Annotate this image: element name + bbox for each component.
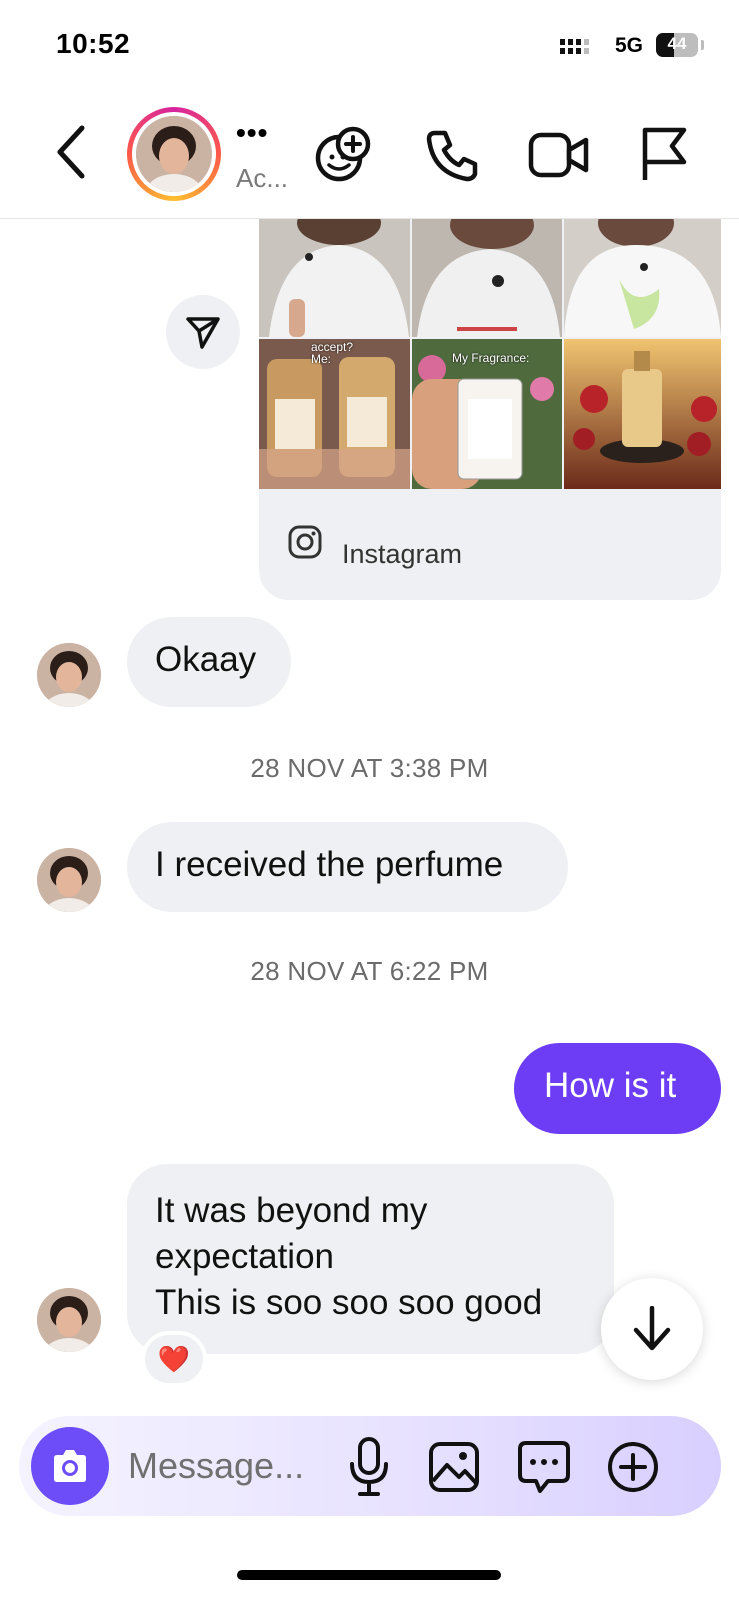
send-icon [186,317,220,349]
message-input[interactable] [128,1440,343,1492]
camera-button[interactable] [31,1427,109,1505]
shared-post-card[interactable]: accept? Me: My Fragrance: [259,219,721,600]
video-call-icon[interactable] [528,130,590,180]
microphone-icon[interactable] [348,1436,390,1498]
sender-avatar[interactable] [37,1288,101,1352]
back-icon[interactable] [52,124,92,180]
scroll-to-bottom-button[interactable] [601,1278,703,1380]
plus-icon[interactable] [606,1440,660,1494]
reaction-badge[interactable]: ❤️ [141,1331,207,1387]
message-bubble-in[interactable]: Okaay [127,617,291,707]
message-bubble-in[interactable]: It was beyond my expectation This is soo… [127,1164,614,1354]
status-time: 10:52 [56,28,131,59]
instagram-icon [288,525,322,559]
contact-avatar[interactable] [127,107,221,201]
contact-name-dots[interactable]: ••• [236,119,268,147]
message-timestamp: 28 NOV AT 6:22 PM [250,956,489,986]
arrow-down-icon [633,1306,671,1351]
battery-icon: 44 [656,33,698,57]
network-type: 5G [615,34,644,57]
share-button[interactable] [166,295,240,369]
phone-icon[interactable] [425,127,481,183]
home-indicator [237,1570,501,1580]
sender-avatar[interactable] [37,848,101,912]
post-thumbnail[interactable] [259,219,410,337]
gallery-icon[interactable] [428,1441,480,1493]
flag-icon[interactable] [640,126,690,182]
message-line: This is soo soo soo good [155,1283,543,1322]
heart-icon: ❤️ [157,1344,191,1374]
message-bubble-in[interactable]: I received the perfume [127,822,568,912]
contact-name[interactable]: Ac... [236,163,288,194]
sticker-chat-icon[interactable] [516,1439,572,1495]
sender-avatar[interactable] [37,643,101,707]
battery-tip [701,40,704,50]
post-source-label: Instagram [342,539,463,569]
message-line: expectation [155,1237,335,1276]
avatar-photo [136,116,212,192]
add-effects-icon[interactable] [313,124,373,184]
signal-icon [560,39,589,54]
thumbnail-caption: My Fragrance: [452,351,530,365]
post-thumbnail[interactable] [564,339,721,489]
battery-percent: 44 [667,34,687,53]
post-thumbnail[interactable] [564,219,721,337]
message-bubble-out[interactable]: How is it [514,1043,721,1134]
message-timestamp: 28 NOV AT 3:38 PM [250,753,489,783]
thumbnail-caption: accept? Me: [311,340,354,366]
post-thumbnail[interactable]: accept? Me: [259,339,410,489]
post-thumbnail[interactable]: My Fragrance: [412,339,562,489]
post-thumbnail[interactable] [412,219,562,337]
camera-icon [54,1450,86,1482]
message-line: It was beyond my [155,1191,428,1230]
